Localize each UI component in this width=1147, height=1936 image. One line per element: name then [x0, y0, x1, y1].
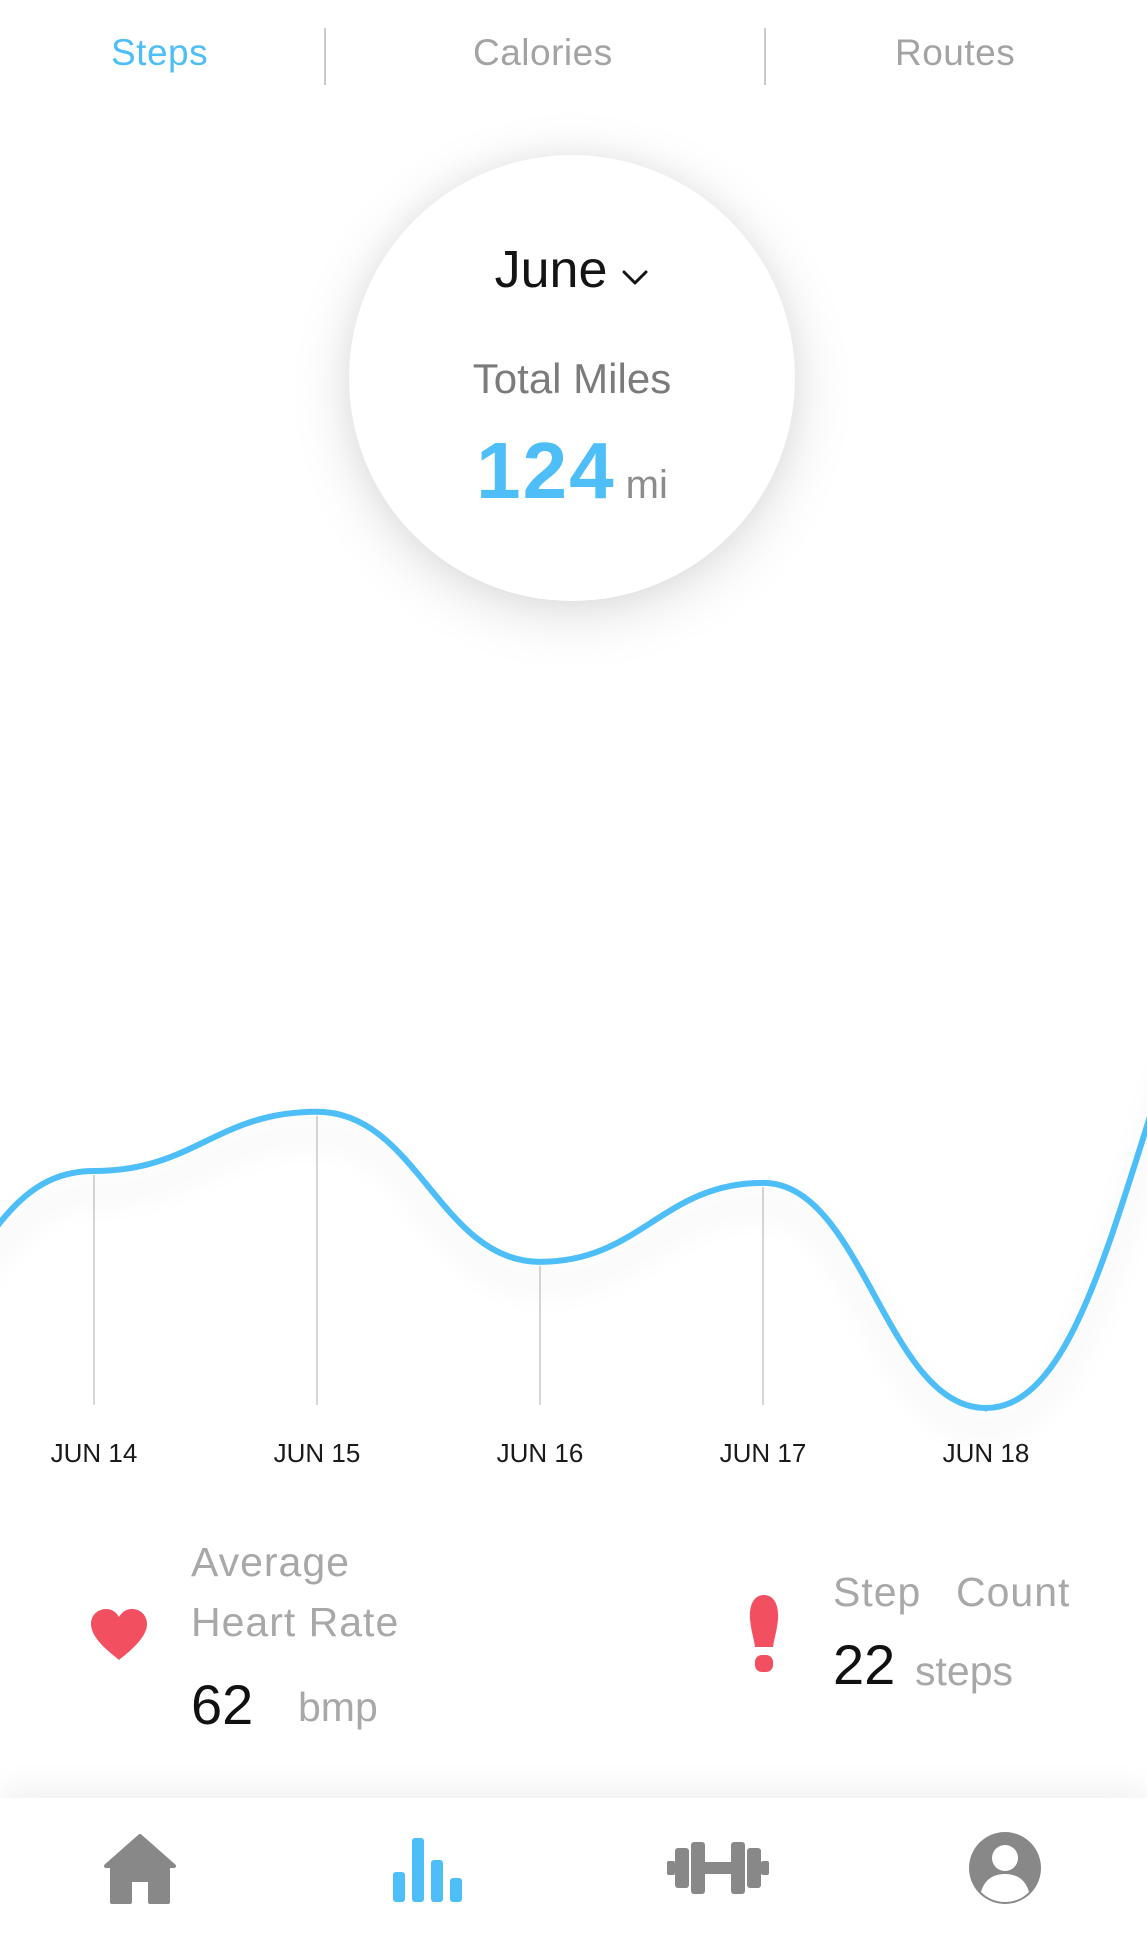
tab-divider	[324, 28, 326, 85]
nav-workouts[interactable]	[665, 1828, 771, 1908]
dumbbell-icon	[667, 1842, 769, 1894]
total-miles-value: 124	[476, 426, 616, 515]
heart-rate-value: 62	[191, 1673, 254, 1736]
total-miles-row: 124 mi	[349, 425, 795, 517]
bottom-nav	[0, 1798, 1147, 1936]
x-tick-label: JUN 17	[720, 1438, 807, 1468]
chart-series-line	[0, 1108, 1147, 1412]
x-tick-label: JUN 18	[943, 1438, 1030, 1468]
tab-calories[interactable]: Calories	[473, 32, 613, 74]
summary-card: June Total Miles 124 mi	[349, 155, 795, 601]
heart-rate-unit: bmp	[298, 1684, 378, 1730]
tab-bar: Steps Calories Routes	[0, 0, 1147, 110]
nav-stats[interactable]	[387, 1828, 467, 1908]
profile-icon	[969, 1832, 1041, 1904]
tab-steps[interactable]: Steps	[111, 32, 208, 74]
steps-line-chart: JUN 14 JUN 15 JUN 16 JUN 17 JUN 18	[0, 1108, 1147, 1468]
heart-rate-label-line2: Heart Rate	[191, 1599, 400, 1645]
home-icon	[104, 1834, 176, 1904]
month-selector[interactable]: June	[349, 240, 795, 300]
x-tick-label: JUN 15	[274, 1438, 361, 1468]
step-count-label-word2: Count	[956, 1569, 1071, 1615]
x-tick-label: JUN 14	[51, 1438, 138, 1468]
tab-routes[interactable]: Routes	[895, 32, 1015, 74]
total-miles-label: Total Miles	[472, 355, 672, 402]
nav-profile[interactable]	[965, 1828, 1045, 1908]
step-count-value: 22	[833, 1633, 896, 1696]
bar-chart-icon	[393, 1838, 462, 1902]
heart-rate-label: Average Heart Rate	[191, 1532, 399, 1652]
total-miles-unit: mi	[625, 463, 668, 507]
heart-icon	[89, 1608, 149, 1667]
chevron-down-icon	[621, 240, 649, 300]
app-screen: Steps Calories Routes June Total Miles 1…	[0, 0, 1147, 1936]
month-label: June	[494, 241, 608, 299]
nav-home[interactable]	[100, 1828, 180, 1908]
x-tick-label: JUN 16	[497, 1438, 584, 1468]
heart-rate-label-line1: Average	[191, 1539, 350, 1585]
tab-divider	[764, 28, 766, 85]
step-count-label-word1: Step	[833, 1569, 922, 1615]
footprint-icon	[746, 1593, 782, 1680]
step-count-unit: steps	[915, 1648, 1013, 1694]
